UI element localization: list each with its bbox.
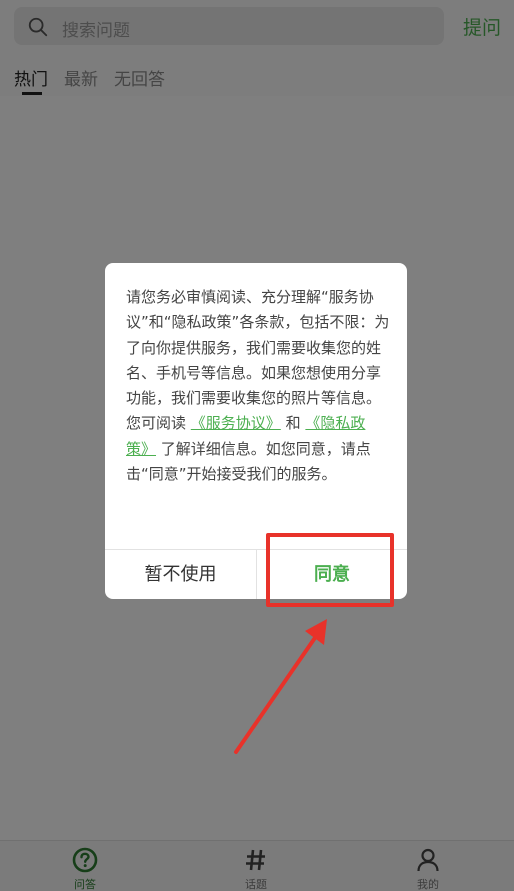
privacy-statement: 请您务必审慎阅读、充分理解“服务协议”和“隐私政策”各条款，包括不限：为了向你提… xyxy=(126,288,390,408)
consent-instruction: 了解详细信息。如您同意，请点击“同意”开始接受我们的服务。 xyxy=(126,439,371,484)
highlight-box xyxy=(266,533,394,607)
decline-button[interactable]: 暂不使用 xyxy=(105,550,256,599)
and-text: 和 xyxy=(285,414,301,433)
service-agreement-link[interactable]: 《服务协议》 xyxy=(191,414,281,432)
privacy-dialog-text: 请您务必审慎阅读、充分理解“服务协议”和“隐私政策”各条款，包括不限：为了向你提… xyxy=(126,285,392,487)
read-prompt: 您可阅读 xyxy=(126,414,187,433)
